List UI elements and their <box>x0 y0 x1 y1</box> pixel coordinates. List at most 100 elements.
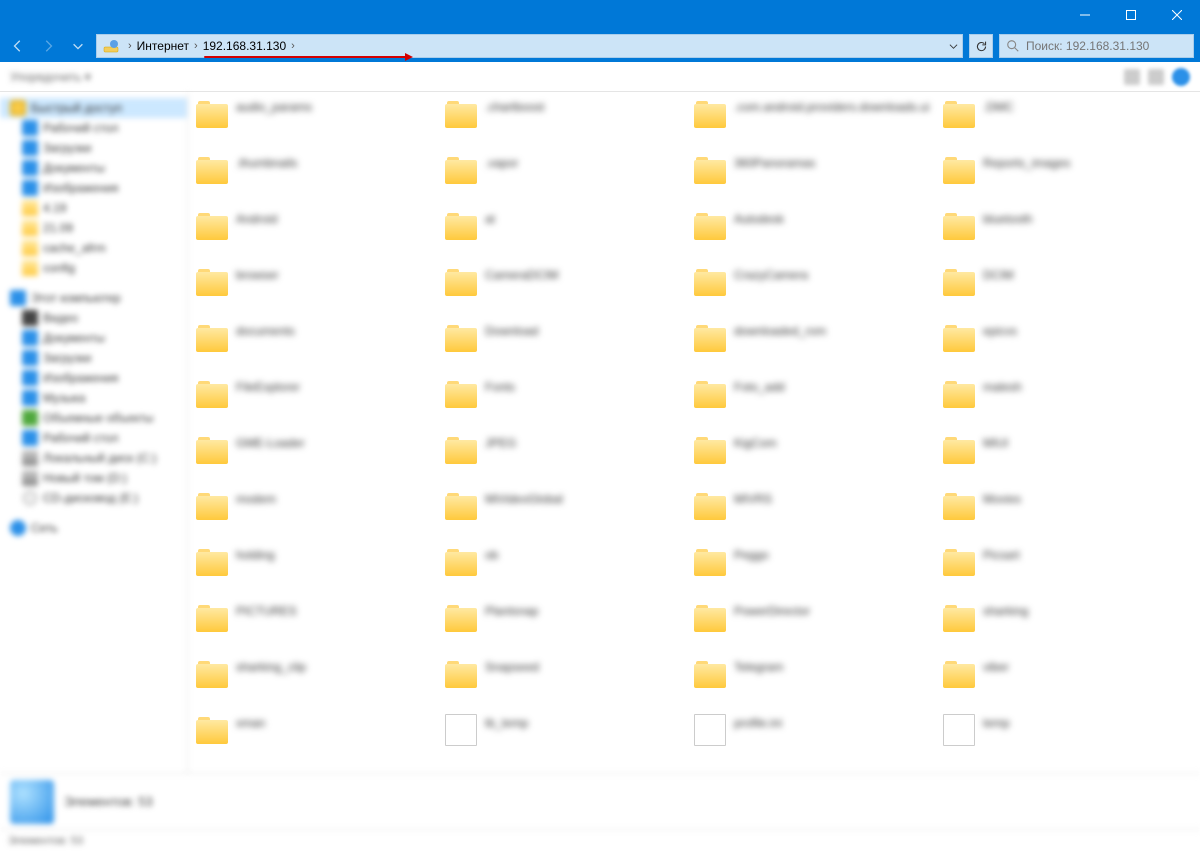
folder-item[interactable]: CameraDCIM <box>445 266 694 308</box>
folder-item[interactable]: MIUI <box>943 434 1192 476</box>
folder-item[interactable]: PowerDirector <box>694 602 943 644</box>
folder-item[interactable]: Movies <box>943 490 1192 532</box>
folder-item[interactable]: .thumbnails <box>196 154 445 196</box>
item-label: Reports_images <box>983 154 1070 172</box>
folder-item[interactable]: DCIM <box>943 266 1192 308</box>
folder-item[interactable]: browser <box>196 266 445 308</box>
folder-item[interactable]: holding <box>196 546 445 588</box>
refresh-button[interactable] <box>969 34 993 58</box>
folder-item[interactable]: epicvs <box>943 322 1192 364</box>
tree-item[interactable]: Загрузки <box>0 348 187 368</box>
tree-item[interactable]: 4.19 <box>0 198 187 218</box>
folder-item[interactable]: viber <box>943 658 1192 700</box>
tree-item[interactable]: Загрузки <box>0 138 187 158</box>
folder-item[interactable]: CrazyCamera <box>694 266 943 308</box>
folder-item[interactable]: modem <box>196 490 445 532</box>
folder-item[interactable]: PICTURES <box>196 602 445 644</box>
folder-item[interactable]: xman <box>196 714 445 756</box>
folder-item[interactable]: KigCom <box>694 434 943 476</box>
file-item[interactable]: temp <box>943 714 1192 756</box>
tree-group-header[interactable]: Сеть <box>0 518 187 538</box>
address-history-dropdown[interactable] <box>945 35 962 57</box>
tree-item[interactable]: 21.09 <box>0 218 187 238</box>
tree-item[interactable]: Документы <box>0 158 187 178</box>
folder-item[interactable]: .chartboost <box>445 98 694 140</box>
folder-icon <box>445 434 477 466</box>
search-box[interactable] <box>999 34 1194 58</box>
folder-item[interactable]: Reports_images <box>943 154 1192 196</box>
forward-button[interactable] <box>36 34 60 58</box>
folder-item[interactable]: MIVRS <box>694 490 943 532</box>
folder-item[interactable]: malesh <box>943 378 1192 420</box>
folder-item[interactable]: Fonts <box>445 378 694 420</box>
breadcrumb-root[interactable]: Интернет <box>135 39 191 53</box>
folder-item[interactable]: Picsart <box>943 546 1192 588</box>
tree-group-header[interactable]: Этот компьютер <box>0 288 187 308</box>
folder-item[interactable]: Snapseed <box>445 658 694 700</box>
tree-item[interactable]: Изображения <box>0 178 187 198</box>
address-bar[interactable]: › Интернет › 192.168.31.130 › <box>96 34 963 58</box>
folder-item[interactable]: sharking_clip <box>196 658 445 700</box>
folder-icon <box>943 658 975 690</box>
tree-item[interactable]: Изображения <box>0 368 187 388</box>
item-label: KigCom <box>734 434 777 452</box>
search-input[interactable] <box>1026 39 1193 53</box>
folder-item[interactable]: ob <box>445 546 694 588</box>
folder-item[interactable]: Autodesk <box>694 210 943 252</box>
folder-item[interactable]: sharking <box>943 602 1192 644</box>
tree-item[interactable]: Новый том (D:) <box>0 468 187 488</box>
tree-item[interactable]: config <box>0 258 187 278</box>
recent-locations-button[interactable] <box>66 34 90 58</box>
tree-item[interactable]: Рабочий стол <box>0 118 187 138</box>
folder-icon <box>694 546 726 578</box>
preview-pane-button[interactable] <box>1148 69 1164 85</box>
folder-item[interactable]: bluetooth <box>943 210 1192 252</box>
folder-item[interactable]: .com.android.providers.downloads.ui <box>694 98 943 140</box>
folder-item[interactable]: MiVideoGlobal <box>445 490 694 532</box>
folder-item[interactable]: Foto_add <box>694 378 943 420</box>
folder-item[interactable]: JPEG <box>445 434 694 476</box>
maximize-button[interactable] <box>1108 0 1154 30</box>
folder-item[interactable]: Peggo <box>694 546 943 588</box>
folder-item[interactable]: 360Panoramas <box>694 154 943 196</box>
tree-item[interactable]: cache_afrm <box>0 238 187 258</box>
tree-item[interactable]: Рабочий стол <box>0 428 187 448</box>
folder-view[interactable]: audio_params.chartboost.com.android.prov… <box>188 92 1200 773</box>
tree-item-label: Рабочий стол <box>43 121 118 135</box>
folder-item[interactable]: .DMC <box>943 98 1192 140</box>
tree-group-label: Сеть <box>31 521 58 535</box>
folder-item[interactable]: downloaded_rom <box>694 322 943 364</box>
folder-item[interactable]: GME-Loader <box>196 434 445 476</box>
folder-item[interactable]: Android <box>196 210 445 252</box>
tree-item[interactable]: Объемные объекты <box>0 408 187 428</box>
blue-icon <box>22 390 38 406</box>
file-item[interactable]: profile.ini <box>694 714 943 756</box>
details-title: Элементов: 53 <box>64 794 153 809</box>
folder-item[interactable]: Plantsnap <box>445 602 694 644</box>
view-options-button[interactable] <box>1124 69 1140 85</box>
tree-item[interactable]: Видео <box>0 308 187 328</box>
help-button[interactable] <box>1172 68 1190 86</box>
folder-item[interactable]: FileExplorer <box>196 378 445 420</box>
folder-item[interactable]: documents <box>196 322 445 364</box>
tree-item[interactable]: Музыка <box>0 388 187 408</box>
close-button[interactable] <box>1154 0 1200 30</box>
folder-item[interactable]: audio_params <box>196 98 445 140</box>
back-button[interactable] <box>6 34 30 58</box>
folder-item[interactable]: .vapor <box>445 154 694 196</box>
tree-item[interactable]: CD-дисковод (E:) <box>0 488 187 508</box>
folder-item[interactable]: Download <box>445 322 694 364</box>
tree-item[interactable]: Локальный диск (C:) <box>0 448 187 468</box>
minimize-button[interactable] <box>1062 0 1108 30</box>
folder-item[interactable]: Telegram <box>694 658 943 700</box>
item-label: sharking <box>983 602 1028 620</box>
item-label: downloaded_rom <box>734 322 826 340</box>
file-item[interactable]: tb_temp <box>445 714 694 756</box>
tree-item[interactable]: Документы <box>0 328 187 348</box>
folder-item[interactable]: at <box>445 210 694 252</box>
tree-group-header[interactable]: Быстрый доступ <box>0 98 187 118</box>
navigation-tree[interactable]: Быстрый доступРабочий столЗагрузкиДокуме… <box>0 92 188 773</box>
breadcrumb-path[interactable]: 192.168.31.130 <box>201 39 288 53</box>
folder-icon <box>943 266 975 298</box>
organize-menu[interactable]: Упорядочить ▾ <box>10 70 91 84</box>
